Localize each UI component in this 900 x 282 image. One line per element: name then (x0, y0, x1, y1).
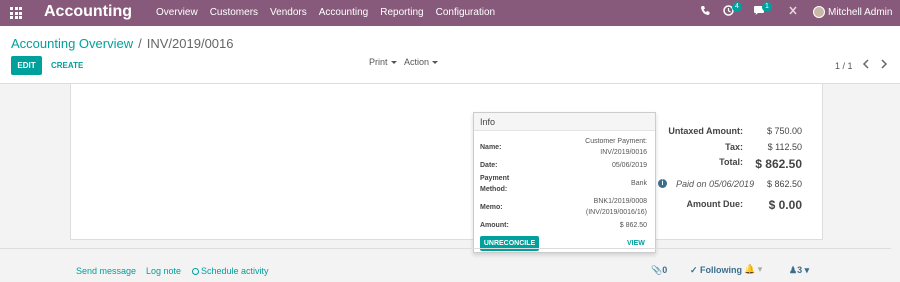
print-dropdown[interactable]: Print (369, 57, 397, 67)
clock-icon (192, 268, 199, 275)
view-button[interactable]: VIEW (627, 240, 645, 247)
tax-value: $ 112.50 (767, 142, 802, 152)
paperclip-icon: 📎 (651, 265, 663, 275)
debug-icon[interactable] (788, 5, 798, 19)
scrollbar[interactable] (891, 84, 900, 282)
breadcrumb: Accounting Overview / INV/2019/0016 (11, 36, 233, 51)
send-message-button[interactable]: Send message (76, 266, 136, 276)
menu-item-vendors[interactable]: Vendors (270, 7, 307, 18)
amount-label: Amount: (480, 222, 509, 229)
breadcrumb-current: INV/2019/0016 (146, 36, 234, 51)
paid-on-label: Paid on 05/06/2019 (676, 179, 755, 189)
attachment-count: 0 (662, 265, 668, 275)
following-label: Following (700, 265, 743, 275)
paid-amount-value: $ 862.50 (766, 179, 802, 189)
memo-value: BNK1/2019/0008 (INV/2019/0016/16) (585, 198, 647, 216)
top-navbar: Accounting Overview Customers Vendors Ac… (0, 0, 900, 26)
bell-icon[interactable]: 🔔 ▾ (744, 264, 762, 275)
apps-menu-icon[interactable] (10, 7, 22, 19)
attachments-button[interactable]: 📎0 (651, 265, 667, 276)
following-button[interactable]: ✓ Following (690, 265, 742, 276)
followers-button[interactable]: ♟3 ▾ (789, 265, 809, 276)
total-value: $ 862.50 (755, 157, 802, 171)
user-avatar[interactable] (813, 6, 825, 18)
edit-button[interactable]: EDIT (11, 56, 42, 75)
untaxed-amount-label: Untaxed Amount: (668, 126, 743, 136)
caret-down-icon (432, 61, 439, 65)
name-value: Customer Payment: INV/2019/0016 (585, 138, 647, 156)
log-note-button[interactable]: Log note (146, 266, 181, 276)
pager-value[interactable]: 1 / 1 (835, 61, 853, 71)
amount-due-label: Amount Due: (686, 199, 744, 209)
schedule-activity-label: Schedule activity (201, 266, 269, 276)
payment-method-value: Bank (631, 180, 647, 187)
payment-method-label: Payment Method: (480, 175, 510, 193)
schedule-activity-button[interactable]: Schedule activity (192, 266, 269, 276)
phone-icon[interactable] (700, 5, 710, 19)
action-dropdown[interactable]: Action (404, 57, 439, 67)
caret-down-icon (390, 61, 397, 65)
activity-count-badge: 4 (732, 2, 742, 12)
payment-info-icon[interactable]: i (658, 179, 667, 188)
create-button[interactable]: CREATE (51, 61, 83, 70)
amount-value: $ 862.50 (619, 222, 647, 229)
chatter-divider (0, 248, 900, 249)
menu-item-accounting[interactable]: Accounting (319, 7, 368, 18)
memo-label: Memo: (480, 204, 503, 211)
app-brand[interactable]: Accounting (44, 3, 132, 21)
user-menu[interactable]: Mitchell Admin (828, 7, 892, 18)
menu-item-overview[interactable]: Overview (156, 7, 198, 18)
action-label: Action (404, 57, 430, 67)
followers-count: 3 (797, 265, 803, 275)
breadcrumb-separator: / (138, 36, 142, 51)
message-count-badge: 1 (762, 2, 772, 12)
control-panel: Accounting Overview / INV/2019/0016 EDIT… (0, 26, 900, 84)
activity-clock-icon[interactable]: 4 (723, 2, 742, 19)
date-value: 05/06/2019 (611, 162, 647, 169)
amount-due-value: $ 0.00 (768, 198, 802, 212)
total-label: Total: (719, 157, 743, 167)
users-icon: ♟ (789, 265, 798, 275)
menu-item-customers[interactable]: Customers (210, 7, 258, 18)
payment-info-popover: Info Name: Customer Payment: INV/2019/00… (473, 112, 656, 253)
chevron-left-icon[interactable] (862, 58, 870, 72)
name-label: Name: (480, 144, 502, 151)
messages-icon[interactable]: 1 (753, 2, 772, 19)
menu-item-configuration[interactable]: Configuration (436, 7, 495, 18)
chevron-right-icon[interactable] (880, 58, 888, 72)
check-icon: ✓ (690, 265, 701, 275)
breadcrumb-parent[interactable]: Accounting Overview (11, 36, 133, 51)
menu-item-reporting[interactable]: Reporting (380, 7, 423, 18)
popover-title: Info (474, 113, 655, 131)
main-menu: Overview Customers Vendors Accounting Re… (156, 7, 507, 18)
date-label: Date: (480, 162, 498, 169)
untaxed-amount-value: $ 750.00 (766, 126, 802, 136)
caret-down-icon: ▾ (804, 265, 810, 275)
tax-label: Tax: (725, 142, 743, 152)
print-label: Print (369, 57, 388, 67)
